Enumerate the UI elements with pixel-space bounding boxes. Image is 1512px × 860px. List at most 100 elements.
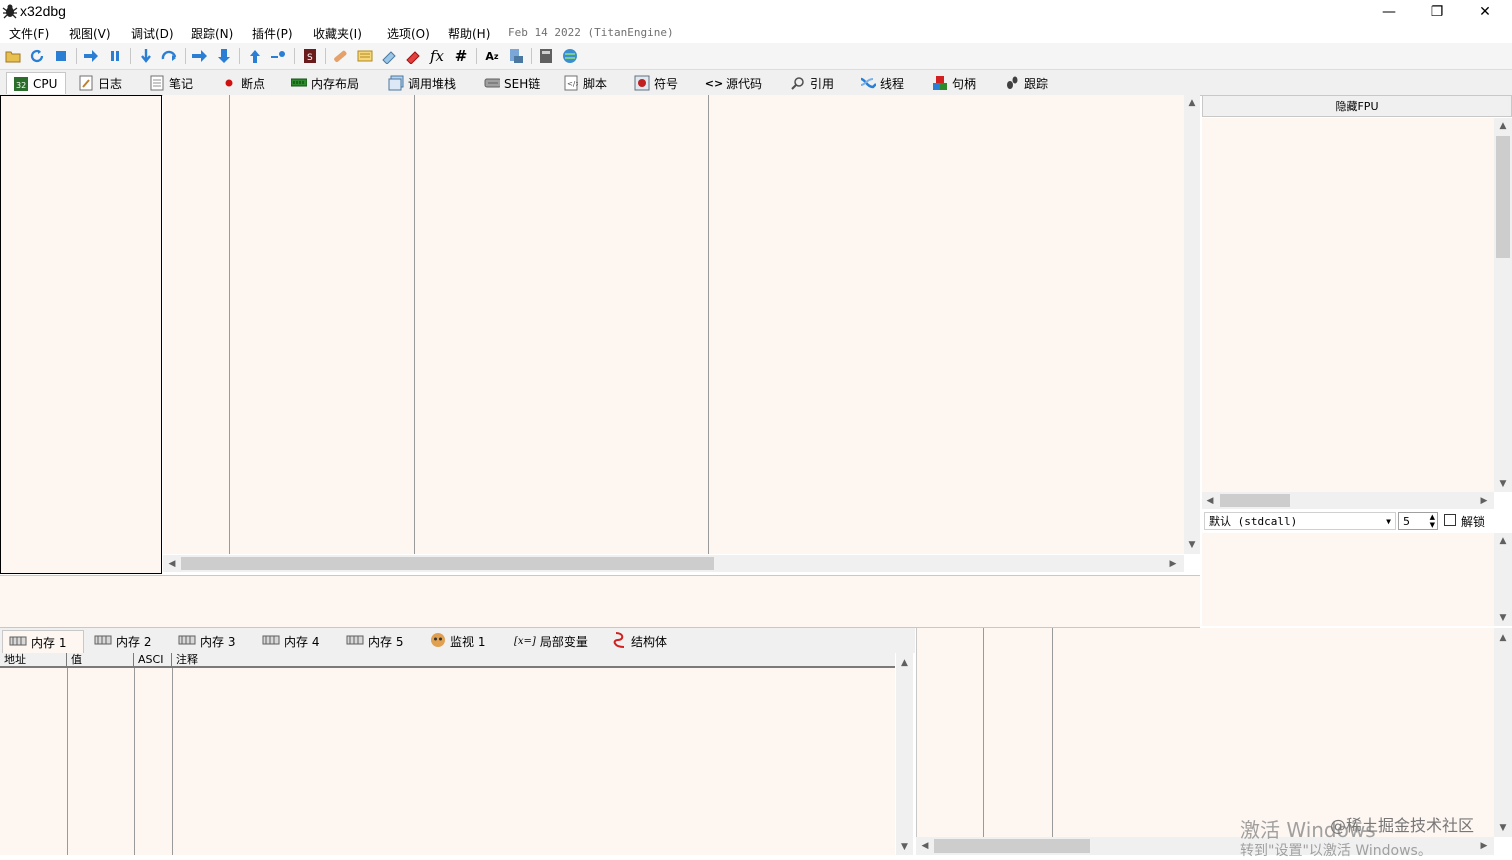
scroll-down-icon[interactable]: ▼ (1494, 612, 1512, 624)
hide-fpu-button[interactable]: 隐藏FPU (1202, 95, 1512, 117)
column-comment[interactable]: 注释 (172, 653, 895, 666)
scroll-up-icon[interactable]: ▲ (1494, 535, 1512, 547)
bookmarks-icon[interactable] (404, 47, 422, 65)
tab-label: 内存 2 (116, 635, 152, 649)
scroll-down-icon[interactable]: ▼ (1494, 478, 1512, 490)
tab-dump-1[interactable]: 内存 1 (2, 630, 84, 653)
column-ascii[interactable]: ASCI (134, 653, 172, 666)
stack-vscrollbar[interactable]: ▲ ▼ (1494, 628, 1512, 837)
menu-trace[interactable]: 跟踪(N) (191, 25, 233, 42)
tab-symbols[interactable]: 符号 (628, 72, 684, 94)
tab-call-stack[interactable]: 调用堆栈 (382, 72, 462, 94)
scroll-down-icon[interactable]: ▼ (896, 841, 913, 853)
scylla-icon[interactable]: S (301, 47, 319, 65)
call-convention-select[interactable]: 默认 (stdcall) ▼ (1204, 512, 1396, 530)
tab-memory-map[interactable]: 内存布局 (285, 72, 365, 94)
scroll-down-icon[interactable]: ▼ (1184, 539, 1200, 551)
scroll-up-icon[interactable]: ▲ (1184, 97, 1200, 109)
tab-dump-5[interactable]: 内存 5 (340, 630, 409, 653)
registers-pane[interactable] (1202, 118, 1494, 492)
calculator-icon[interactable] (537, 47, 555, 65)
tab-locals[interactable]: [x=] 局部变量 (508, 630, 594, 653)
registers-vscrollbar[interactable]: ▲ ▼ (1494, 118, 1512, 492)
tab-log[interactable]: 日志 (72, 72, 128, 94)
dump-pane[interactable]: 地址 值 ASCI 注释 (0, 653, 895, 855)
scroll-up-icon[interactable]: ▲ (1494, 632, 1512, 644)
scroll-up-icon[interactable]: ▲ (1494, 120, 1512, 132)
hscroll-thumb[interactable] (1220, 494, 1290, 507)
scroll-left-icon[interactable]: ◀ (919, 839, 931, 853)
hash-icon[interactable]: # (452, 47, 470, 65)
step-over-icon[interactable] (161, 47, 179, 65)
tab-references[interactable]: 引用 (784, 72, 840, 94)
menu-favourites[interactable]: 收藏夹(I) (313, 25, 362, 42)
tab-trace[interactable]: 跟踪 (998, 72, 1054, 94)
scroll-left-icon[interactable]: ◀ (1204, 494, 1216, 507)
tab-cpu[interactable]: 32 CPU (6, 72, 66, 94)
minimize-button[interactable]: — (1366, 0, 1412, 23)
svg-text:</>: </> (567, 80, 578, 88)
restart-icon[interactable] (28, 47, 46, 65)
menu-options[interactable]: 选项(O) (387, 25, 430, 42)
arguments-vscrollbar[interactable]: ▲ ▼ (1494, 533, 1512, 626)
labels-icon[interactable] (380, 47, 398, 65)
tab-dump-2[interactable]: 内存 2 (88, 630, 157, 653)
cpu-sidebar-pane[interactable] (0, 95, 162, 574)
run-to-user-code-icon[interactable] (270, 47, 288, 65)
tab-script[interactable]: </> 脚本 (557, 72, 613, 94)
menu-view[interactable]: 视图(V) (69, 25, 111, 42)
menu-help[interactable]: 帮助(H) (448, 25, 490, 42)
open-icon[interactable] (4, 47, 22, 65)
patch-icon[interactable] (331, 47, 349, 65)
options-icon[interactable] (507, 47, 525, 65)
help-globe-icon[interactable] (561, 47, 579, 65)
hscroll-thumb[interactable] (934, 839, 1090, 853)
stop-icon[interactable] (52, 47, 70, 65)
tab-dump-4[interactable]: 内存 4 (256, 630, 325, 653)
run-icon[interactable] (82, 47, 100, 65)
scroll-right-icon[interactable]: ▶ (1167, 557, 1179, 570)
scroll-left-icon[interactable]: ◀ (166, 557, 178, 570)
execute-till-return-icon[interactable] (246, 47, 264, 65)
scroll-right-icon[interactable]: ▶ (1478, 494, 1490, 507)
tab-breakpoints[interactable]: 断点 (215, 72, 271, 94)
pause-icon[interactable] (106, 47, 124, 65)
tab-watch-1[interactable]: 监视 1 (424, 630, 491, 653)
arg-count-stepper[interactable]: 5 ▲ ▼ (1398, 512, 1438, 530)
menu-plugins[interactable]: 插件(P) (252, 25, 293, 42)
tab-struct[interactable]: 结构体 (607, 630, 673, 653)
stack-pane[interactable] (916, 628, 1495, 837)
unlock-checkbox[interactable] (1444, 514, 1456, 526)
tab-label: 线程 (880, 76, 905, 91)
hscroll-thumb[interactable] (181, 557, 714, 570)
scroll-up-icon[interactable]: ▲ (896, 657, 913, 669)
tab-dump-3[interactable]: 内存 3 (172, 630, 241, 653)
close-button[interactable]: ✕ (1462, 0, 1508, 23)
column-address[interactable]: 地址 (0, 653, 67, 666)
menu-debug[interactable]: 调试(D) (131, 25, 174, 42)
comments-icon[interactable] (356, 47, 374, 65)
functions-icon[interactable]: fx (428, 47, 446, 65)
registers-hscrollbar[interactable]: ◀ ▶ (1202, 492, 1494, 509)
trace-over-icon[interactable] (215, 47, 233, 65)
tab-threads[interactable]: 线程 (854, 72, 910, 94)
scroll-right-icon[interactable]: ▶ (1478, 839, 1490, 853)
tab-source[interactable]: <> 源代码 (700, 72, 768, 94)
disassembly-pane[interactable] (163, 95, 1184, 554)
menu-file[interactable]: 文件(F) (9, 25, 49, 42)
scroll-down-icon[interactable]: ▼ (1494, 822, 1512, 834)
restore-button[interactable]: ❐ (1414, 0, 1460, 23)
tab-seh-chain[interactable]: SEH链 (478, 72, 546, 94)
disassembly-hscrollbar[interactable]: ◀ ▶ (163, 555, 1184, 572)
trace-into-icon[interactable] (191, 47, 209, 65)
disassembly-vscrollbar[interactable]: ▲ ▼ (1184, 95, 1200, 554)
strings-icon[interactable]: Az (483, 47, 501, 65)
column-value[interactable]: 值 (67, 653, 134, 666)
dump-vscrollbar[interactable]: ▲ ▼ (896, 653, 913, 855)
spin-arrows-icon[interactable]: ▲ ▼ (1430, 513, 1435, 529)
tab-handles[interactable]: 句柄 (926, 72, 982, 94)
vscroll-thumb[interactable] (1496, 136, 1510, 258)
tab-notes[interactable]: 笔记 (143, 72, 199, 94)
step-into-icon[interactable] (137, 47, 155, 65)
arguments-pane[interactable] (1202, 533, 1494, 626)
